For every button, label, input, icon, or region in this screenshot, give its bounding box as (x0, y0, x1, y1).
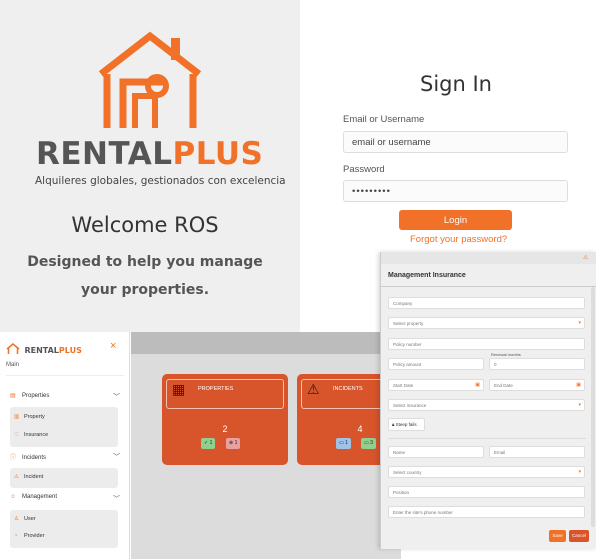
forgot-password-link[interactable]: Forgot your password? (410, 234, 507, 245)
alert-circle-icon: ⓘ (10, 455, 17, 461)
end-date-field[interactable]: End Date ▣ (489, 379, 585, 391)
calendar-icon: ▣ (475, 382, 480, 388)
card-title: INCIDENTS (333, 386, 363, 392)
email-field[interactable]: email or username (343, 131, 568, 153)
house-logo-icon (98, 31, 202, 128)
card-count: 2 (222, 424, 228, 434)
welcome-title: Welcome ROS (71, 213, 219, 237)
insurance-modal: ⚠ Management Insurance Company Select pr… (380, 252, 596, 549)
dashboard-area: ▦ PROPERTIES 2 ✓ 1 ⊗ 1 ⚠ INCIDENTS 4 ▭ 1… (131, 332, 423, 559)
sidebar: RENTALPLUS × Main ▤ Properties ﹀ ▥ Propert… (0, 332, 130, 559)
sidebar-group-properties[interactable]: ▤ Properties ﹀ (6, 392, 124, 406)
divider (388, 438, 586, 439)
sidebar-submenu: ♙ User ◔ Provider (10, 510, 118, 548)
shield-icon: ♡ (14, 432, 19, 438)
notification-icon[interactable]: ⚠ (583, 254, 588, 261)
chevron-down-icon: ﹀ (113, 394, 120, 401)
sidebar-item-incident[interactable]: ⚠ Incident (14, 474, 43, 480)
sidebar-item-user[interactable]: ♙ User (14, 516, 36, 522)
scrollbar[interactable] (591, 287, 595, 527)
password-label: Password (343, 164, 385, 175)
signin-panel: Sign In Email or Username email or usern… (300, 0, 596, 250)
country-select[interactable]: Select country ▾ (388, 466, 585, 478)
chevron-down-icon: ﹀ (113, 454, 120, 461)
save-button[interactable]: Save (549, 530, 566, 542)
position-field[interactable]: Position (388, 486, 585, 498)
welcome-panel: RENTALPLUS Alquileres globales, gestiona… (0, 0, 300, 333)
sidebar-section-label: Main (6, 362, 20, 368)
lock-icon: 🔒︎ (392, 422, 395, 427)
renewal-label: Renewal months (491, 352, 521, 357)
modal-title: Management Insurance (388, 272, 466, 279)
status-badge: ▭ 3 (361, 438, 376, 449)
chevron-down-icon: ▾ (578, 402, 581, 408)
sidebar-submenu: ▥ Property ♡ Insurance (10, 407, 118, 447)
user-icon: ♙ (14, 516, 19, 522)
tagline: Alquileres globales, gestionados con exc… (35, 175, 286, 187)
users-icon: ☺ (10, 494, 17, 500)
sidebar-logo: RENTALPLUS (6, 340, 82, 358)
house-logo-icon (6, 342, 20, 354)
modal-topbar (381, 252, 596, 264)
building-icon: ▦ (172, 381, 186, 397)
brand-logo-text: RENTALPLUS (36, 136, 264, 172)
chevron-down-icon: ▾ (578, 469, 581, 475)
status-badge: ⊗ 1 (226, 438, 241, 449)
company-field[interactable]: Company (388, 297, 585, 309)
card-title: PROPERTIES (198, 386, 234, 392)
warning-icon: ⚠ (14, 474, 19, 480)
building-icon: ▤ (10, 393, 16, 399)
sidebar-item-property[interactable]: ▥ Property (14, 414, 45, 420)
divider (6, 375, 124, 376)
sidebar-item-insurance[interactable]: ♡ Insurance (14, 432, 48, 438)
sidebar-group-management[interactable]: ☺ Management ﹀ (6, 494, 124, 508)
sidebar-submenu: ⚠ Incident (10, 468, 118, 488)
dashboard-topbar (131, 332, 401, 354)
sidebar-group-incidents[interactable]: ⓘ Incidents ﹀ (6, 452, 124, 466)
close-icon[interactable]: × (110, 340, 116, 352)
password-field[interactable]: ••••••••• (343, 180, 568, 202)
insurance-select[interactable]: Select insurance ▾ (388, 399, 585, 411)
login-button[interactable]: Login (399, 210, 512, 230)
calendar-icon: ▣ (576, 382, 581, 388)
warning-icon: ⚠ (307, 381, 320, 397)
status-badge: ✓ 1 (201, 438, 216, 449)
status-badge: ▭ 1 (336, 438, 351, 449)
provider-icon: ◔ (14, 533, 18, 539)
start-date-field[interactable]: Start Date ▣ (388, 379, 484, 391)
policy-number-field[interactable]: Policy number (388, 338, 585, 350)
signin-title: Sign In (420, 72, 492, 96)
properties-card[interactable]: ▦ PROPERTIES 2 ✓ 1 ⊗ 1 (162, 374, 288, 465)
email-label: Email or Username (343, 114, 425, 125)
policy-amount-field[interactable]: Policy amount (388, 358, 484, 370)
renewal-months-field[interactable]: 0 (489, 358, 585, 370)
chevron-down-icon: ﹀ (113, 496, 120, 503)
phone-field[interactable]: Enter the site's phone number (388, 506, 585, 518)
welcome-subtitle: Designed to help you manage your propert… (27, 254, 263, 298)
sidebar-item-provider[interactable]: ◔ Provider (14, 533, 44, 539)
steps-button[interactable]: 🔒︎ Steep fails (388, 418, 425, 431)
divider (381, 286, 596, 287)
building-icon: ▥ (14, 414, 20, 420)
chevron-down-icon: ▾ (578, 320, 581, 326)
property-select[interactable]: Select property ▾ (388, 317, 585, 329)
cancel-button[interactable]: Cancel (569, 530, 589, 542)
email-field[interactable]: Email (489, 446, 585, 458)
name-field[interactable]: Name (388, 446, 484, 458)
